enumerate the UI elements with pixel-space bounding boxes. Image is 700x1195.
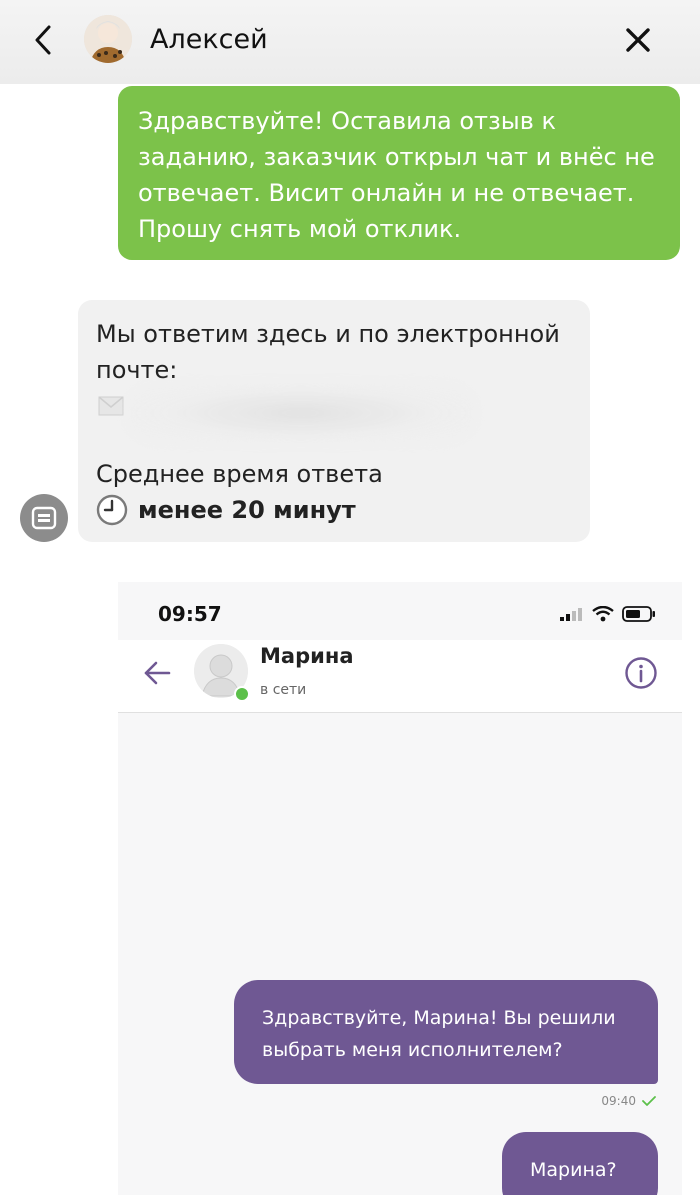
incoming-intro-text: Мы ответим здесь и по электронной почте: [96,320,560,384]
signal-icon [560,608,582,621]
support-avatar [20,494,68,542]
inner-message-text: Здравствуйте, Марина! Вы решили выбрать … [262,1007,616,1061]
attached-screenshot[interactable]: 09:57 Марина в сети Здравствуйте, Марина… [118,582,682,1195]
status-icons [560,606,656,622]
message-time: 09:40 [601,1094,636,1108]
avatar[interactable] [84,15,132,63]
check-icon [642,1096,656,1106]
status-time: 09:57 [158,602,222,626]
avg-response-row: менее 20 минут [96,492,572,528]
clock-icon [96,494,128,526]
avg-response-label: Среднее время ответа [96,460,383,488]
email-row [96,382,572,444]
message-meta: 09:40 [601,1094,656,1108]
close-button[interactable] [620,22,656,58]
contact-name: Марина [260,644,354,668]
inner-chat-header: Марина в сети [118,640,682,713]
info-icon[interactable] [624,656,658,690]
close-icon [626,28,650,52]
inner-message-bubble[interactable]: Здравствуйте, Марина! Вы решили выбрать … [234,980,658,1084]
contact-status: в сети [260,682,307,698]
inner-back-button[interactable] [140,656,174,690]
inner-message-text-2: Марина? [530,1159,617,1181]
inner-message-bubble-2[interactable]: Марина? [502,1132,658,1195]
arrow-left-icon [144,661,171,685]
battery-icon [622,606,655,622]
incoming-message[interactable]: Мы ответим здесь и по электронной почте:… [78,300,590,542]
outgoing-message[interactable]: Здравствуйте! Оставила отзыв к заданию, … [118,86,680,260]
back-button[interactable] [26,20,60,60]
chat-header: Алексей [0,0,700,84]
wifi-icon [592,606,614,622]
avg-response-value: менее 20 минут [138,496,356,524]
online-indicator [234,686,250,702]
redacted-email [126,382,476,444]
envelope-icon [98,396,124,416]
outgoing-message-text: Здравствуйте! Оставила отзыв к заданию, … [138,107,655,243]
support-bot-icon [31,506,57,530]
avatar-image [84,15,132,63]
header-title: Алексей [150,24,268,55]
chevron-left-icon [35,25,51,55]
